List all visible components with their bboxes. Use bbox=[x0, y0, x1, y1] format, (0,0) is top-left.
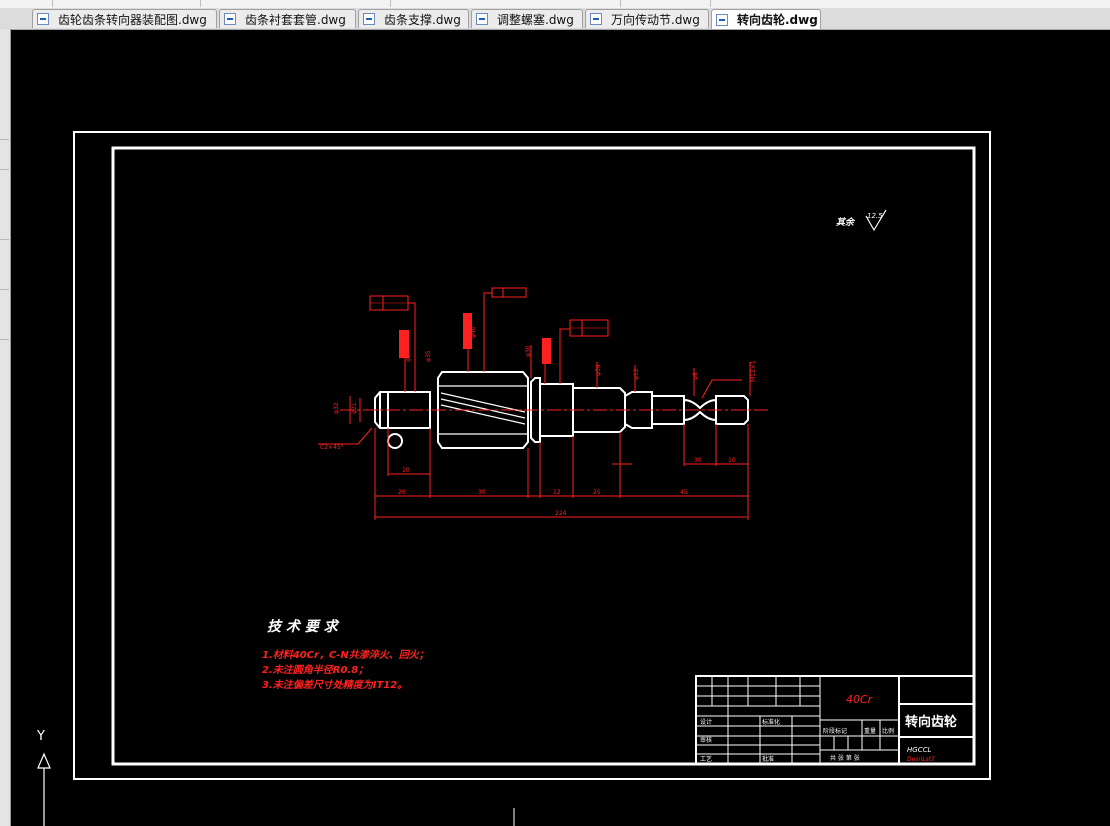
keyway-circle bbox=[387, 433, 403, 449]
dwg-file-icon bbox=[224, 13, 240, 25]
chamfer-leader bbox=[318, 427, 373, 445]
tech-item: 1.材料40Cr，C-N共渗淬火、回火； bbox=[262, 649, 429, 661]
tab-label: 调整螺塞.dwg bbox=[497, 12, 574, 27]
dim-text: φ8 bbox=[692, 372, 699, 380]
sheet-label: 共 张 第 张 bbox=[830, 754, 860, 762]
dwg-file-icon bbox=[37, 13, 53, 25]
designer-label: 设计 bbox=[700, 718, 712, 726]
tab-label: 转向齿轮.dwg bbox=[737, 13, 818, 27]
title-part-name: 转向齿轮 bbox=[905, 714, 957, 730]
tech-item: 3.未注偏差尺寸处精度为IT12。 bbox=[262, 679, 407, 691]
dim-text: φ40 bbox=[470, 326, 477, 338]
review-label: 审核 bbox=[700, 736, 712, 744]
tech-item: 2.未注圆角半径R0.8； bbox=[262, 664, 368, 676]
tab-label: 齿条支撑.dwg bbox=[384, 12, 461, 27]
top-strip-segment bbox=[52, 0, 201, 7]
leader-line bbox=[483, 292, 492, 372]
surface-note-text: 其余 bbox=[836, 217, 856, 228]
leader-line bbox=[559, 328, 570, 384]
panel-divider bbox=[0, 339, 9, 340]
dim-text: 224 bbox=[555, 510, 567, 517]
top-strip-segment bbox=[0, 0, 53, 7]
tab-file-6-active[interactable]: 转向齿轮.dwg bbox=[711, 9, 821, 29]
dim-text: 12 bbox=[553, 489, 561, 496]
panel-divider bbox=[0, 139, 9, 140]
dim-text: φ12 bbox=[633, 368, 640, 380]
tab-file-2[interactable]: 齿条衬套套管.dwg bbox=[219, 9, 356, 28]
top-strip-segment bbox=[390, 0, 621, 7]
helix-line bbox=[440, 404, 526, 425]
chamfer-text: C2×45° bbox=[320, 444, 344, 451]
ucs-icon: Y bbox=[36, 729, 51, 826]
dwg-file-icon bbox=[476, 13, 492, 25]
tab-file-4[interactable]: 调整螺塞.dwg bbox=[471, 9, 583, 28]
dwg-file-icon bbox=[363, 13, 379, 25]
tab-file-1[interactable]: 齿轮齿条转向器装配图.dwg bbox=[32, 9, 217, 28]
helix-line bbox=[440, 398, 526, 419]
dim-text: 10 bbox=[728, 457, 736, 464]
helix-line bbox=[440, 392, 526, 413]
tab-label: 齿轮齿条转向器装配图.dwg bbox=[58, 12, 207, 27]
dwg-file-icon bbox=[716, 13, 732, 26]
standard-label: 标准化 bbox=[762, 718, 780, 726]
dim-text: φ35 bbox=[425, 350, 432, 362]
tab-label: 万向传动节.dwg bbox=[611, 12, 700, 27]
dim-text: 30 bbox=[694, 457, 702, 464]
top-strip-segment bbox=[620, 0, 711, 7]
panel-divider bbox=[0, 289, 9, 290]
ucs-arrow-icon bbox=[37, 752, 51, 769]
dim-text: φ25 bbox=[405, 350, 412, 362]
dim-text: φ21 bbox=[351, 402, 358, 414]
stage-label: 阶段标记 bbox=[823, 727, 847, 735]
dim-text: 20 bbox=[398, 489, 406, 496]
panel-divider bbox=[0, 239, 9, 240]
tab-file-3[interactable]: 齿条支撑.dwg bbox=[358, 9, 469, 28]
title-block: 40Cr 转向齿轮 HGCCL DesnLst7 阶段标记 重量 比例 共 张 … bbox=[695, 675, 975, 765]
technical-requirements: 技 术 要 求 1.材料40Cr，C-N共渗淬火、回火； 2.未注圆角半径R0.… bbox=[262, 618, 429, 691]
top-strip-segment bbox=[200, 0, 391, 7]
datum-marker bbox=[542, 338, 551, 364]
dim-text: φ30 bbox=[525, 345, 532, 357]
drawing-viewport[interactable]: 其余 12.5 φ32 φ21 φ25 φ35 φ40 φ30 φ34 φ12 … bbox=[11, 30, 1110, 826]
title-code: HGCCL bbox=[907, 746, 931, 754]
dim-text: φ34 bbox=[595, 364, 602, 376]
dim-text: 25 bbox=[593, 489, 601, 496]
ucs-y-label: Y bbox=[36, 729, 45, 744]
outer-sheet-border bbox=[73, 131, 991, 780]
dim-text: φ32 bbox=[333, 402, 340, 414]
tab-label: 齿条衬套套管.dwg bbox=[245, 12, 346, 27]
surface-roughness-note: 其余 12.5 bbox=[836, 209, 887, 232]
leader-line bbox=[408, 302, 416, 345]
tech-title: 技 术 要 求 bbox=[267, 618, 340, 635]
dimension-texts: φ32 φ21 φ25 φ35 φ40 φ30 φ34 φ12 φ8 M12×1… bbox=[320, 326, 757, 517]
panel-divider bbox=[0, 169, 9, 170]
drawing-canvas[interactable]: 其余 12.5 φ32 φ21 φ25 φ35 φ40 φ30 φ34 φ12 … bbox=[11, 30, 1110, 826]
scale-label: 比例 bbox=[882, 727, 894, 735]
left-dock-panel[interactable] bbox=[0, 29, 11, 826]
process-label: 工艺 bbox=[700, 755, 712, 763]
tab-file-5[interactable]: 万向传动节.dwg bbox=[585, 9, 709, 28]
weight-label: 重量 bbox=[864, 727, 876, 735]
approve-label: 批准 bbox=[762, 755, 774, 763]
inner-frame-border bbox=[111, 146, 976, 766]
tolerance-frame bbox=[491, 287, 527, 298]
title-material: 40Cr bbox=[846, 693, 874, 706]
dwg-file-icon bbox=[590, 13, 606, 25]
dim-text: 45 bbox=[680, 489, 688, 496]
dimension-lines bbox=[318, 292, 751, 520]
dim-text: 30 bbox=[478, 489, 486, 496]
dim-text: 10 bbox=[402, 467, 410, 474]
file-tab-bar: 齿轮齿条转向器装配图.dwg 齿条衬套套管.dwg 齿条支撑.dwg 调整螺塞.… bbox=[0, 8, 1110, 30]
title-sub-code: DesnLst7 bbox=[907, 756, 935, 763]
dim-text: M12×1 bbox=[750, 360, 757, 382]
